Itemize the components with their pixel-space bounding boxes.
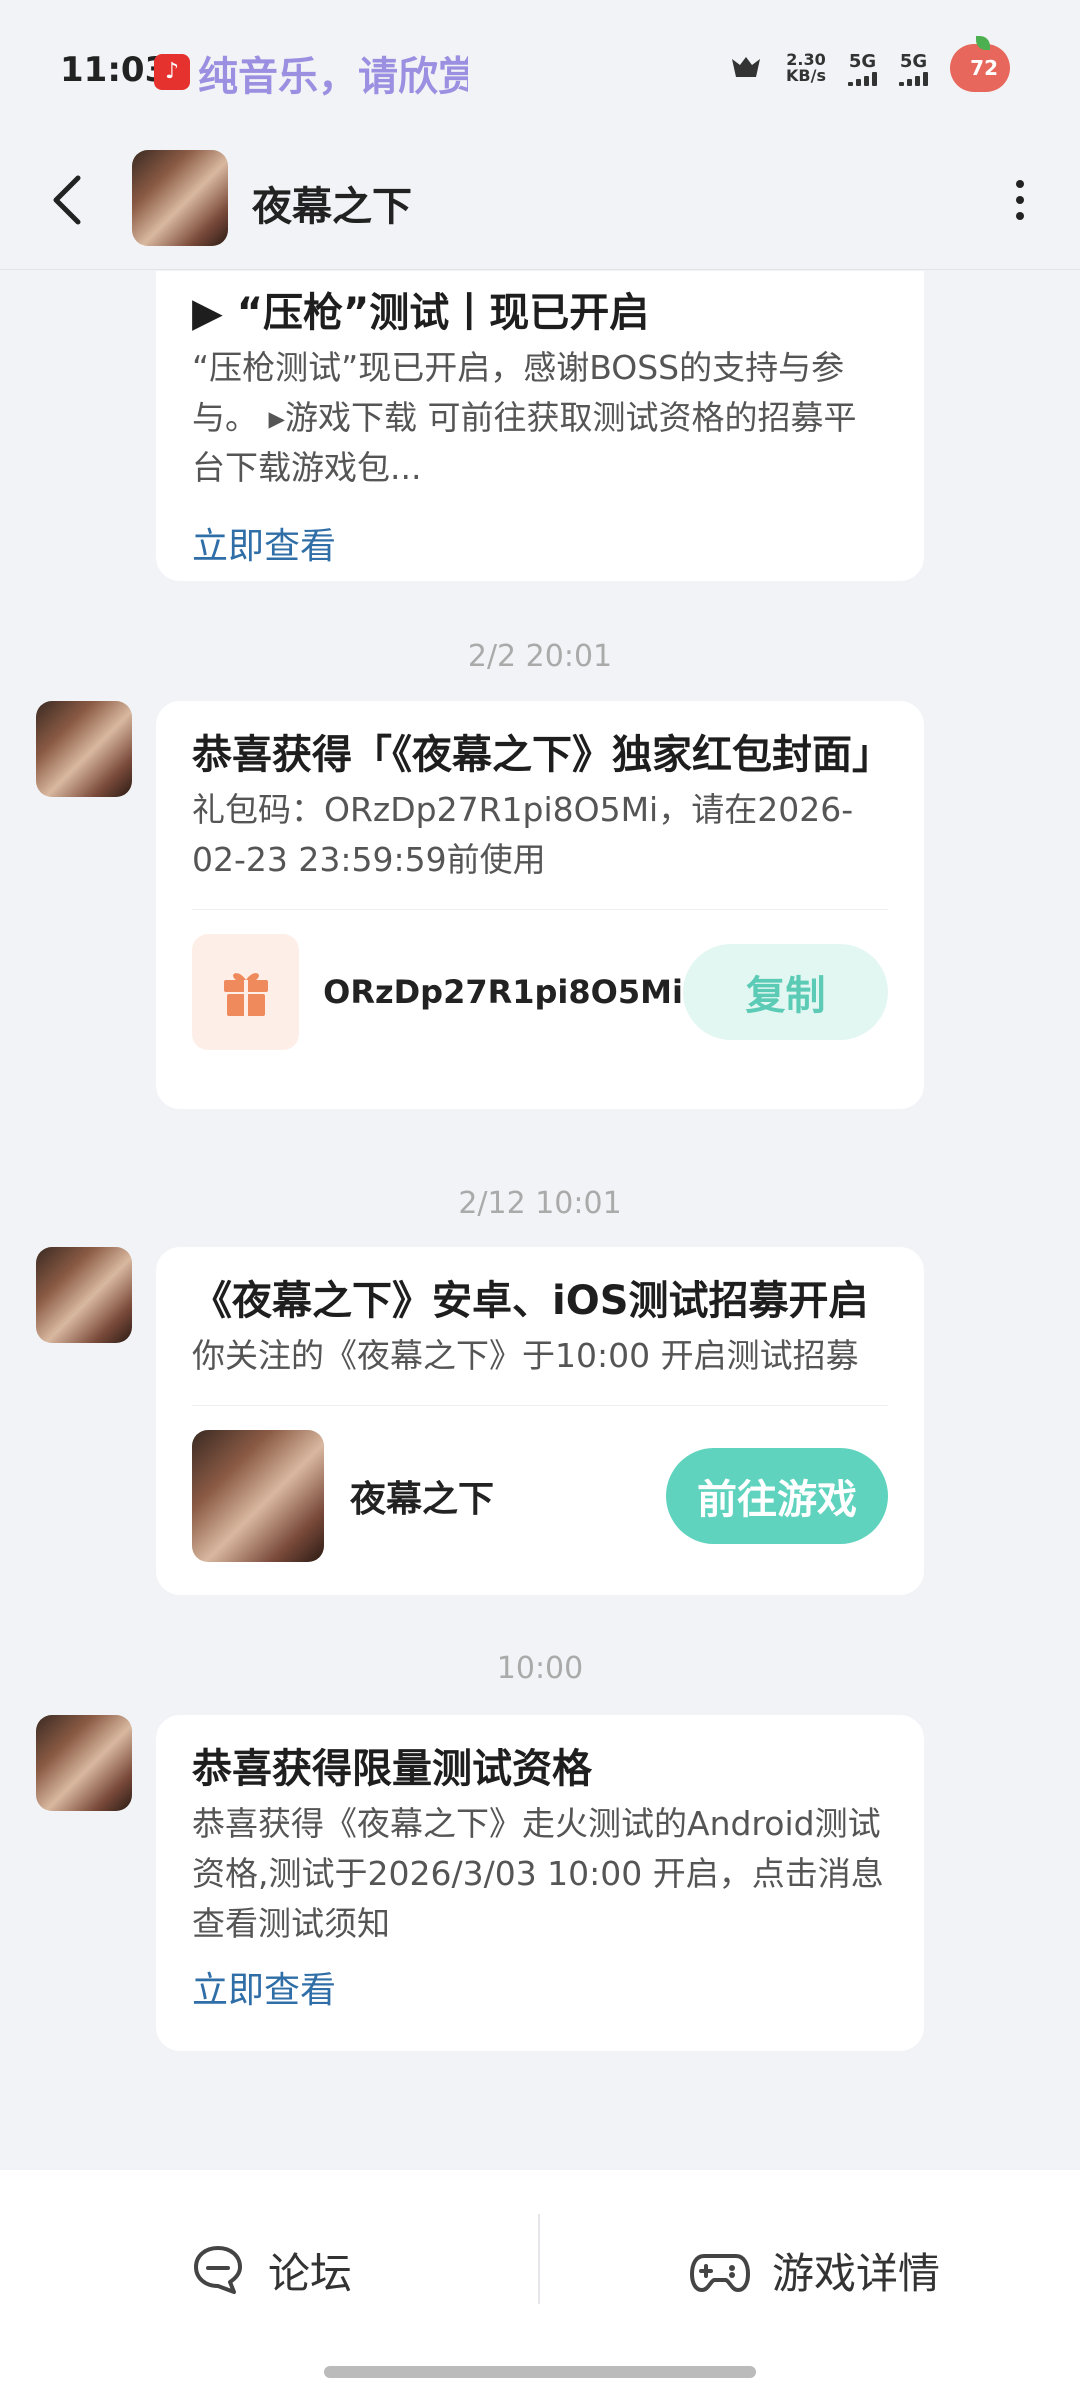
- message-list[interactable]: ▶ “压枪”测试丨现已开启 “压枪测试”现已开启，感谢BOSS的支持与参与。 ▸…: [0, 271, 1080, 2171]
- game-thumbnail[interactable]: [192, 1430, 324, 1562]
- netease-music-icon: ♪: [154, 54, 190, 90]
- message-card[interactable]: ▶ “压枪”测试丨现已开启 “压枪测试”现已开启，感谢BOSS的支持与参与。 ▸…: [156, 271, 924, 581]
- home-indicator[interactable]: [324, 2366, 756, 2378]
- net-speed: 2.30 KB/s: [786, 50, 826, 85]
- back-button[interactable]: [40, 170, 100, 230]
- forum-button[interactable]: 论坛: [190, 2230, 352, 2310]
- forum-icon: [194, 2246, 242, 2294]
- game-avatar[interactable]: [132, 150, 228, 246]
- message-desc: 你关注的《夜幕之下》于10:00 开启测试招募: [192, 1336, 859, 1375]
- copy-button[interactable]: 复制: [682, 944, 888, 1040]
- message-title: 《夜幕之下》安卓、iOS测试招募开启: [192, 1278, 869, 1324]
- status-icons: 2.30 KB/s 5G 5G 72: [728, 36, 1010, 96]
- message-card[interactable]: 《夜幕之下》安卓、iOS测试招募开启 你关注的《夜幕之下》于10:00 开启测试…: [156, 1247, 924, 1595]
- message-card[interactable]: 恭喜获得限量测试资格 恭喜获得《夜幕之下》走火测试的Android测试资格,测试…: [156, 1715, 924, 2051]
- sender-avatar[interactable]: [36, 701, 132, 797]
- status-bar: 11:03 ♪ 纯音乐，请欣赏 2.30 KB/s 5G 5G 72: [0, 0, 1080, 130]
- chat-header: 夜幕之下: [0, 130, 1080, 270]
- message-card[interactable]: 恭喜获得「《夜幕之下》独家红包封面」 礼包码：ORzDp27R1pi8O5Mi，…: [156, 701, 924, 1109]
- game-row: 夜幕之下 前往游戏: [192, 1430, 888, 1562]
- game-detail-label: 游戏详情: [772, 2248, 941, 2298]
- signal-icon-2: 5G: [899, 51, 928, 86]
- sender-avatar[interactable]: [36, 1247, 132, 1343]
- message-desc: 恭喜获得《夜幕之下》走火测试的Android测试资格,测试于2026/3/03 …: [192, 1804, 884, 1943]
- vpn-icon: [732, 57, 761, 77]
- signal-icon: 5G: [848, 51, 877, 86]
- status-time: 11:03: [60, 50, 169, 90]
- timestamp: 10:00: [496, 1651, 584, 1686]
- gift-code-row: ORzDp27R1pi8O5Mi 复制: [192, 934, 888, 1050]
- message-desc: 礼包码：ORzDp27R1pi8O5Mi，请在2026-02-23 23:59:…: [192, 790, 854, 879]
- battery-icon: 72: [950, 36, 1010, 92]
- timestamp: 2/2 20:01: [467, 639, 613, 674]
- message-desc: “压枪测试”现已开启，感谢BOSS的支持与参与。 ▸游戏下载 可前往获取测试资格…: [192, 348, 857, 487]
- chevron-left-icon: [53, 175, 81, 225]
- gift-code: ORzDp27R1pi8O5Mi: [323, 973, 683, 1011]
- game-detail-button[interactable]: 游戏详情: [690, 2230, 940, 2310]
- view-now-link[interactable]: 立即查看: [192, 517, 888, 569]
- message-title: 恭喜获得限量测试资格: [192, 1746, 592, 1792]
- divider: [192, 1405, 888, 1406]
- divider: [538, 2214, 540, 2304]
- gift-icon: [223, 973, 268, 1016]
- game-name: 夜幕之下: [350, 1479, 495, 1520]
- divider: [192, 909, 888, 910]
- more-options-button[interactable]: [990, 170, 1050, 230]
- go-to-game-button[interactable]: 前往游戏: [666, 1448, 888, 1544]
- gamepad-icon: [690, 2254, 750, 2292]
- forum-label: 论坛: [268, 2248, 353, 2298]
- message-title: ▶ “压枪”测试丨现已开启: [192, 290, 650, 336]
- now-playing-text: 纯音乐，请欣赏: [198, 54, 468, 100]
- page-title: 夜幕之下: [252, 184, 412, 230]
- message-title: 恭喜获得「《夜幕之下》独家红包封面」: [192, 732, 892, 778]
- sender-avatar[interactable]: [36, 1715, 132, 1811]
- view-now-link[interactable]: 立即查看: [192, 1961, 888, 2013]
- gift-icon-box: [192, 934, 300, 1050]
- timestamp: 2/12 10:01: [458, 1186, 622, 1221]
